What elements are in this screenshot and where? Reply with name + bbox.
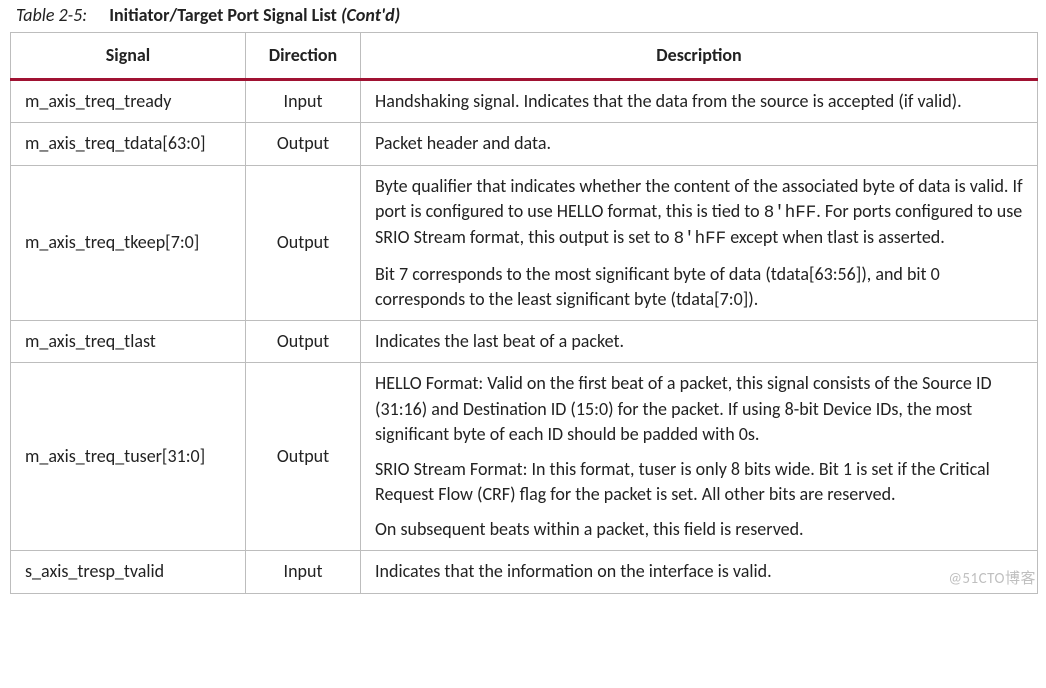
description-paragraph: HELLO Format: Valid on the first beat of… [375,371,1023,447]
signal-description: Byte qualifier that indicates whether th… [361,165,1038,321]
caption-contd: (Cont'd) [341,4,400,26]
header-direction: Direction [246,33,361,80]
signal-direction: Input [246,80,361,123]
table-row: m_axis_treq_tuser[31:0]OutputHELLO Forma… [11,363,1038,551]
signal-direction: Output [246,165,361,321]
signal-description: Indicates that the information on the in… [361,551,1038,593]
signal-description: Indicates the last beat of a packet. [361,321,1038,363]
signal-name: m_axis_treq_tkeep[7:0] [11,165,246,321]
description-paragraph: Byte qualifier that indicates whether th… [375,174,1023,252]
table-row: m_axis_treq_tkeep[7:0]OutputByte qualifi… [11,165,1038,321]
signal-description: Packet header and data. [361,123,1038,165]
table-caption: Table 2-5: Initiator/Target Port Signal … [16,4,1040,26]
table-row: m_axis_treq_treadyInput Handshaking signa… [11,80,1038,123]
header-signal: Signal [11,33,246,80]
description-paragraph: Indicates that the information on the in… [375,559,1023,584]
description-paragraph: On subsequent beats within a packet, thi… [375,517,1023,542]
caption-title: Initiator/Target Port Signal List [109,4,337,26]
header-description: Description [361,33,1038,80]
description-paragraph: Bit 7 corresponds to the most significan… [375,262,1023,312]
signal-name: m_axis_treq_tdata[63:0] [11,123,246,165]
description-paragraph: Indicates the last beat of a packet. [375,329,1023,354]
signal-direction: Output [246,321,361,363]
table-row: m_axis_treq_tdata[63:0]Output Packet head… [11,123,1038,165]
signal-name: m_axis_treq_tready [11,80,246,123]
description-paragraph: Handshaking signal. Indicates that the d… [375,89,1023,114]
table-row: m_axis_treq_tlastOutput Indicates the las… [11,321,1038,363]
signal-description: HELLO Format: Valid on the first beat of… [361,363,1038,551]
table-header-row: Signal Direction Description [11,33,1038,80]
signal-name: m_axis_treq_tlast [11,321,246,363]
signal-direction: Input [246,551,361,593]
table-row: s_axis_tresp_tvalidInput Indicates that t… [11,551,1038,593]
description-paragraph: Packet header and data. [375,131,1023,156]
signal-table: Signal Direction Description m_axis_treq… [10,32,1038,594]
signal-name: s_axis_tresp_tvalid [11,551,246,593]
caption-label: Table 2-5: [16,4,105,26]
signal-direction: Output [246,363,361,551]
signal-direction: Output [246,123,361,165]
description-paragraph: SRIO Stream Format: In this format, tuse… [375,457,1023,507]
signal-name: m_axis_treq_tuser[31:0] [11,363,246,551]
signal-description: Handshaking signal. Indicates that the d… [361,80,1038,123]
